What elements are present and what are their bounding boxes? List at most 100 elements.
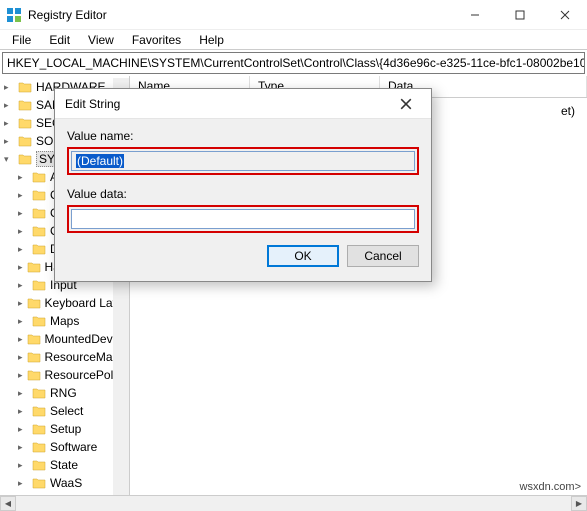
tree-item[interactable]: ▸ State — [0, 456, 113, 474]
menu-file[interactable]: File — [4, 31, 39, 49]
maximize-button[interactable] — [497, 0, 542, 29]
expand-caret-icon[interactable]: ▸ — [4, 136, 14, 147]
expand-caret-icon[interactable]: ▸ — [18, 172, 28, 183]
value-name-label: Value name: — [67, 129, 419, 143]
expand-caret-icon[interactable]: ▸ — [18, 298, 23, 309]
folder-icon — [32, 405, 46, 417]
tree-item[interactable]: ▸ResourcePolicy — [0, 366, 113, 384]
folder-icon — [32, 315, 46, 327]
folder-icon — [32, 189, 46, 201]
folder-icon — [18, 153, 32, 165]
folder-icon — [32, 423, 46, 435]
tree-label: State — [50, 458, 78, 472]
tree-item[interactable]: ▸ WaaS — [0, 474, 113, 492]
tree-label: MountedDevice — [45, 332, 114, 346]
folder-icon — [18, 81, 32, 93]
folder-icon — [32, 243, 46, 255]
tree-item[interactable]: ▸ Keyboard Layou — [0, 294, 113, 312]
folder-icon — [32, 441, 46, 453]
tree-item[interactable]: ▸ Maps — [0, 312, 113, 330]
tree-label: Maps — [50, 314, 79, 328]
value-name-input[interactable]: (Default) — [71, 151, 415, 171]
watermark: wsxdn.com> — [520, 481, 581, 493]
expand-caret-icon[interactable]: ▸ — [18, 226, 28, 237]
folder-icon — [18, 99, 32, 111]
edit-string-dialog: Edit String Value name: (Default) Value … — [54, 88, 432, 282]
folder-icon — [32, 207, 46, 219]
folder-icon — [18, 117, 32, 129]
tree-label: Setup — [50, 422, 81, 436]
expand-caret-icon[interactable]: ▸ — [4, 100, 14, 111]
horizontal-scrollbar[interactable]: ◀ ▶ — [0, 495, 587, 511]
menu-edit[interactable]: Edit — [41, 31, 78, 49]
value-data-label: Value data: — [67, 187, 419, 201]
tree-item[interactable]: ▸ ResourceManag — [0, 348, 113, 366]
folder-icon — [18, 135, 32, 147]
expand-caret-icon[interactable]: ▸ — [18, 334, 23, 345]
expand-caret-icon[interactable]: ▸ — [18, 190, 28, 201]
folder-icon — [32, 279, 46, 291]
tree-label: Select — [50, 404, 83, 418]
registry-icon — [6, 7, 22, 23]
expand-caret-icon[interactable]: ▸ — [18, 244, 28, 255]
expand-caret-icon[interactable]: ▸ — [18, 478, 28, 489]
window-title: Registry Editor — [28, 8, 452, 22]
ok-button[interactable]: OK — [267, 245, 339, 267]
expand-caret-icon[interactable]: ▸ — [18, 316, 28, 327]
tree-item[interactable]: ▸ Select — [0, 402, 113, 420]
scroll-left-icon[interactable]: ◀ — [0, 496, 16, 511]
value-data-input[interactable] — [71, 209, 415, 229]
value-data-highlight — [67, 205, 419, 233]
tree-item[interactable]: ▸ Software — [0, 438, 113, 456]
expand-caret-icon[interactable]: ▸ — [18, 280, 28, 291]
tree-item[interactable]: ▸ Setup — [0, 420, 113, 438]
menu-view[interactable]: View — [80, 31, 122, 49]
tree-label: WaaS — [50, 476, 82, 490]
dialog-close-button[interactable] — [391, 89, 421, 119]
menubar: File Edit View Favorites Help — [0, 30, 587, 50]
close-button[interactable] — [542, 0, 587, 29]
expand-caret-icon[interactable]: ▸ — [18, 442, 28, 453]
folder-icon — [27, 297, 41, 309]
dialog-body: Value name: (Default) Value data: OK Can… — [55, 119, 431, 281]
tree-item[interactable]: ▸ MountedDevice — [0, 330, 113, 348]
dialog-titlebar: Edit String — [55, 89, 431, 119]
titlebar: Registry Editor — [0, 0, 587, 30]
tree-item[interactable]: ▸ RNG — [0, 384, 113, 402]
window-controls — [452, 0, 587, 29]
menu-favorites[interactable]: Favorites — [124, 31, 189, 49]
expand-caret-icon[interactable]: ▸ — [18, 406, 28, 417]
value-name-text: (Default) — [76, 154, 124, 168]
expand-caret-icon[interactable]: ▸ — [18, 424, 28, 435]
minimize-button[interactable] — [452, 0, 497, 29]
folder-icon — [27, 369, 41, 381]
expand-caret-icon[interactable]: ▸ — [18, 370, 23, 381]
scroll-right-icon[interactable]: ▶ — [571, 496, 587, 511]
folder-icon — [27, 351, 41, 363]
expand-caret-icon[interactable]: ▸ — [4, 82, 14, 93]
folder-icon — [27, 261, 41, 273]
scroll-track[interactable] — [16, 496, 571, 511]
folder-icon — [32, 171, 46, 183]
folder-icon — [32, 225, 46, 237]
tree-label: Keyboard Layou — [45, 296, 114, 310]
folder-icon — [32, 459, 46, 471]
expand-caret-icon[interactable]: ▸ — [4, 118, 14, 129]
menu-help[interactable]: Help — [191, 31, 232, 49]
expand-caret-icon[interactable]: ▸ — [18, 460, 28, 471]
address-text: HKEY_LOCAL_MACHINE\SYSTEM\CurrentControl… — [7, 56, 585, 70]
expand-caret-icon[interactable]: ▾ — [4, 154, 14, 165]
dialog-buttons: OK Cancel — [67, 245, 419, 267]
expand-caret-icon[interactable]: ▸ — [18, 388, 28, 399]
expand-caret-icon[interactable]: ▸ — [18, 262, 23, 273]
dialog-title: Edit String — [65, 97, 391, 111]
address-bar[interactable]: HKEY_LOCAL_MACHINE\SYSTEM\CurrentControl… — [2, 52, 585, 74]
tree-label: RNG — [50, 386, 77, 400]
tree-label: ResourceManag — [45, 350, 114, 364]
folder-icon — [27, 333, 41, 345]
expand-caret-icon[interactable]: ▸ — [18, 352, 23, 363]
expand-caret-icon[interactable]: ▸ — [18, 208, 28, 219]
cancel-button[interactable]: Cancel — [347, 245, 419, 267]
tree-label: Software — [50, 440, 97, 454]
row-data-fragment: et) — [561, 104, 575, 118]
